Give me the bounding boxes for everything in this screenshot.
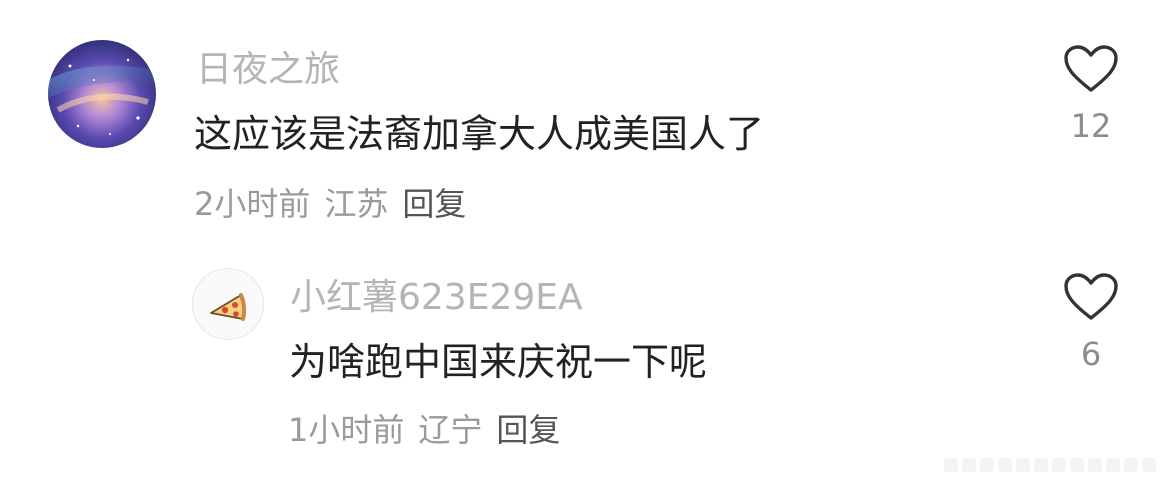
like-button[interactable]: 6	[1061, 272, 1121, 372]
comment-meta: 1小时前 辽宁 回复	[288, 412, 560, 448]
comment-text: 为啥跑中国来庆祝一下呢	[289, 340, 708, 384]
comment-meta: 2小时前 江苏 回复	[194, 186, 466, 222]
avatar[interactable]	[192, 268, 264, 340]
comment-text: 这应该是法裔加拿大人成美国人了	[194, 112, 765, 156]
reply-button[interactable]: 回复	[496, 411, 560, 449]
comment-time: 2小时前	[194, 185, 311, 223]
like-button[interactable]: 12	[1061, 44, 1121, 144]
reply-button[interactable]: 回复	[402, 185, 466, 223]
comment-location: 辽宁	[418, 411, 483, 449]
username[interactable]: 小红薯623E29EA	[290, 278, 583, 318]
heart-outline-icon[interactable]	[1063, 44, 1119, 94]
like-count: 6	[1080, 335, 1102, 373]
comment-location: 江苏	[324, 185, 389, 223]
watermark	[944, 458, 1156, 472]
comment-section: 日夜之旅 这应该是法裔加拿大人成美国人了 2小时前 江苏 回复 12 小红薯623E…	[0, 0, 1170, 490]
avatar[interactable]	[48, 40, 156, 148]
username[interactable]: 日夜之旅	[196, 50, 340, 90]
pizza-icon	[210, 293, 247, 321]
like-count: 12	[1070, 107, 1112, 145]
heart-outline-icon[interactable]	[1063, 272, 1119, 322]
comment-time: 1小时前	[288, 411, 405, 449]
